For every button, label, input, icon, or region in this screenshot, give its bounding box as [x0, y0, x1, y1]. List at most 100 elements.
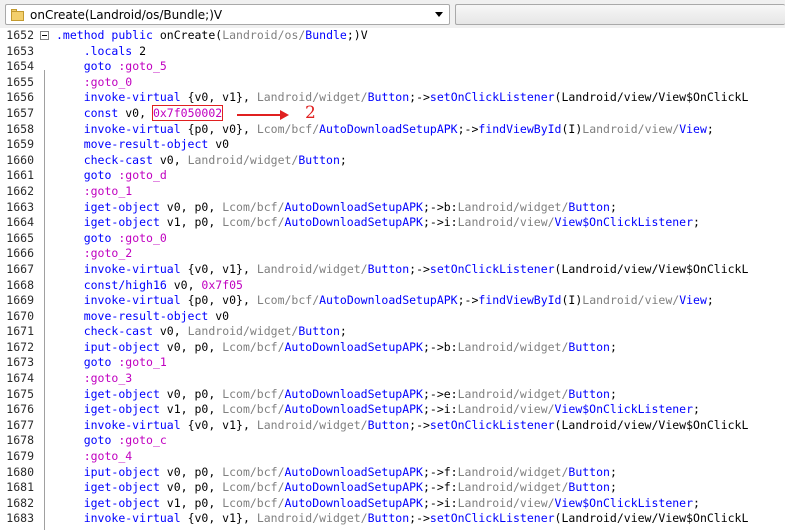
method-selector-value: onCreate(Landroid/os/Bundle;)V	[30, 7, 223, 22]
code-line[interactable]: 1673 goto :goto_1	[0, 355, 785, 371]
code-text: iget-object v1, p0, Lcom/bcf/AutoDownloa…	[83, 402, 700, 417]
code-line[interactable]: 1656 invoke-virtual {v0, v1}, Landroid/w…	[0, 90, 785, 106]
line-number: 1662	[6, 183, 34, 198]
line-number: 1655	[6, 74, 34, 89]
code-line[interactable]: 1658 invoke-virtual {p0, v0}, Lcom/bcf/A…	[0, 122, 785, 138]
folder-icon	[11, 8, 25, 21]
code-line[interactable]: 1668 const/high16 v0, 0x7f05	[0, 278, 785, 294]
line-number: 1670	[6, 308, 34, 323]
code-text: iput-object v0, p0, Lcom/bcf/AutoDownloa…	[83, 464, 617, 479]
code-line[interactable]: 1683 invoke-virtual {v0, v1}, Landroid/w…	[0, 511, 785, 527]
annotation-label: 2	[305, 103, 316, 123]
code-text: invoke-virtual {v0, v1}, Landroid/widget…	[83, 261, 749, 276]
line-number: 1683	[6, 511, 34, 526]
line-number: 1653	[6, 43, 34, 58]
line-number: 1680	[6, 464, 34, 479]
code-line[interactable]: 1681 iget-object v0, p0, Lcom/bcf/AutoDo…	[0, 480, 785, 496]
code-text: iput-object v0, p0, Lcom/bcf/AutoDownloa…	[83, 339, 617, 354]
code-line[interactable]: 1674 :goto_3	[0, 371, 785, 387]
code-text: check-cast v0, Landroid/widget/Button;	[83, 152, 347, 167]
code-text: invoke-virtual {v0, v1}, Landroid/widget…	[83, 511, 749, 526]
line-number: 1671	[6, 324, 34, 339]
line-number: 1678	[6, 433, 34, 448]
line-number: 1669	[6, 293, 34, 308]
line-number: 1674	[6, 371, 34, 386]
line-number: 1663	[6, 199, 34, 214]
code-text: :goto_1	[83, 183, 133, 198]
line-number: 1681	[6, 480, 34, 495]
code-line[interactable]: 1672 iput-object v0, p0, Lcom/bcf/AutoDo…	[0, 340, 785, 356]
annotation-arrow-line	[237, 114, 280, 116]
fold-toggle-icon[interactable]	[40, 31, 49, 40]
line-number: 1675	[6, 386, 34, 401]
line-number: 1682	[6, 495, 34, 510]
code-line[interactable]: 1682 iget-object v1, p0, Lcom/bcf/AutoDo…	[0, 496, 785, 512]
chevron-down-icon[interactable]	[435, 12, 443, 17]
code-line[interactable]: 1666 :goto_2	[0, 246, 785, 262]
code-line[interactable]: 1664 iget-object v1, p0, Lcom/bcf/AutoDo…	[0, 215, 785, 231]
code-line[interactable]: 1662 :goto_1	[0, 184, 785, 200]
code-text: goto :goto_c	[83, 433, 167, 448]
code-line[interactable]: 1671 check-cast v0, Landroid/widget/Butt…	[0, 324, 785, 340]
code-line[interactable]: 1670 move-result-object v0	[0, 309, 785, 325]
code-text: iget-object v0, p0, Lcom/bcf/AutoDownloa…	[83, 199, 617, 214]
code-line[interactable]: 1663 iget-object v0, p0, Lcom/bcf/AutoDo…	[0, 200, 785, 216]
code-editor[interactable]: 1652 .method public onCreate(Landroid/os/…	[0, 28, 785, 530]
line-number: 1666	[6, 246, 34, 261]
code-text: invoke-virtual {v0, v1}, Landroid/widget…	[83, 90, 749, 105]
line-number: 1654	[6, 59, 34, 74]
code-text: invoke-virtual {v0, v1}, Landroid/widget…	[83, 417, 749, 432]
code-text: goto :goto_d	[83, 168, 167, 183]
code-line[interactable]: 1679 :goto_4	[0, 449, 785, 465]
code-line[interactable]: 1675 iget-object v0, p0, Lcom/bcf/AutoDo…	[0, 387, 785, 403]
secondary-dropdown[interactable]	[455, 4, 785, 25]
code-line[interactable]: 1678 goto :goto_c	[0, 433, 785, 449]
code-text: check-cast v0, Landroid/widget/Button;	[83, 324, 347, 339]
code-line[interactable]: 1653 .locals 2	[0, 44, 785, 60]
code-text: iget-object v1, p0, Lcom/bcf/AutoDownloa…	[83, 215, 700, 230]
annotation-arrow-icon	[280, 110, 289, 120]
code-line[interactable]: 1659 move-result-object v0	[0, 137, 785, 153]
line-number: 1657	[6, 105, 34, 120]
code-text: :goto_2	[83, 246, 133, 261]
line-number: 1665	[6, 230, 34, 245]
code-text: iget-object v1, p0, Lcom/bcf/AutoDownloa…	[83, 495, 700, 510]
code-line[interactable]: 1677 invoke-virtual {v0, v1}, Landroid/w…	[0, 418, 785, 434]
code-text: goto :goto_0	[83, 230, 167, 245]
code-text: const/high16 v0, 0x7f05	[83, 277, 243, 292]
code-text: .method public onCreate(Landroid/os/Bund…	[56, 28, 368, 42]
code-text: move-result-object v0	[83, 308, 230, 323]
line-number: 1660	[6, 152, 34, 167]
code-line[interactable]: 1676 iget-object v1, p0, Lcom/bcf/AutoDo…	[0, 402, 785, 418]
highlighted-constant: 0x7f050002	[151, 104, 224, 121]
line-number: 1667	[6, 261, 34, 276]
line-number: 1656	[6, 90, 34, 105]
code-line[interactable]: 1660 check-cast v0, Landroid/widget/Butt…	[0, 153, 785, 169]
line-number: 1661	[6, 168, 34, 183]
line-number: 1679	[6, 449, 34, 464]
code-text: :goto_3	[83, 371, 133, 386]
code-text: invoke-virtual {p0, v0}, Lcom/bcf/AutoDo…	[83, 293, 714, 308]
method-selector-dropdown[interactable]: onCreate(Landroid/os/Bundle;)V	[5, 4, 450, 25]
line-number: 1664	[6, 215, 34, 230]
line-number: 1673	[6, 355, 34, 370]
code-text: :goto_0	[83, 74, 133, 89]
code-text: invoke-virtual {p0, v0}, Lcom/bcf/AutoDo…	[83, 121, 714, 136]
code-text: move-result-object v0	[83, 137, 230, 152]
line-number: 1676	[6, 402, 34, 417]
code-line[interactable]: 1657 const v0, 0x7f050002	[0, 104, 785, 122]
code-line[interactable]: 1665 goto :goto_0	[0, 231, 785, 247]
code-text: goto :goto_1	[83, 355, 167, 370]
code-line[interactable]: 1654 goto :goto_5	[0, 59, 785, 75]
code-text: .locals 2	[83, 43, 147, 58]
code-text: const v0, 0x7f050002	[83, 104, 224, 121]
code-line[interactable]: 1680 iput-object v0, p0, Lcom/bcf/AutoDo…	[0, 465, 785, 481]
code-line[interactable]: 1652 .method public onCreate(Landroid/os/…	[0, 28, 785, 44]
code-line[interactable]: 1667 invoke-virtual {v0, v1}, Landroid/w…	[0, 262, 785, 278]
toolbar: onCreate(Landroid/os/Bundle;)V	[0, 0, 785, 28]
code-line[interactable]: 1669 invoke-virtual {p0, v0}, Lcom/bcf/A…	[0, 293, 785, 309]
code-line[interactable]: 1661 goto :goto_d	[0, 168, 785, 184]
code-text: iget-object v0, p0, Lcom/bcf/AutoDownloa…	[83, 480, 617, 495]
line-number: 1652	[6, 28, 34, 42]
code-line[interactable]: 1655 :goto_0	[0, 75, 785, 91]
